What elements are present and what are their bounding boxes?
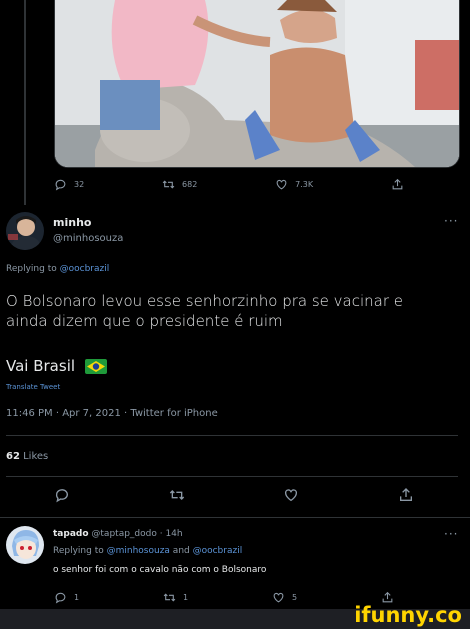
reply-icon xyxy=(55,179,66,191)
tweet-actions xyxy=(54,487,414,503)
reply-replying-to-link-1[interactable]: @minhosouza xyxy=(107,546,170,556)
likes-count: 62 xyxy=(6,451,20,462)
reply-reply-count: 1 xyxy=(74,593,80,602)
tweet-text: O Bolsonaro levou esse senhorzinho pra s… xyxy=(6,291,403,331)
reply-replying-prefix: Replying to xyxy=(53,546,107,556)
tweet-photo[interactable] xyxy=(54,0,460,168)
divider xyxy=(6,435,458,436)
reply-icon[interactable] xyxy=(54,487,70,503)
heart-icon xyxy=(276,179,287,190)
reply-more-options-icon[interactable]: ··· xyxy=(444,527,458,541)
reply-replying-to-link-2[interactable]: @oocbrazil xyxy=(193,546,243,556)
ifunny-watermark: ifunny.co xyxy=(354,603,462,627)
reply-like-count: 5 xyxy=(292,593,298,602)
reply-handle-time[interactable]: @taptap_dodo · 14h xyxy=(91,529,182,539)
reply-display-name[interactable]: tapado xyxy=(53,529,89,539)
reply-actions: 1 1 5 xyxy=(54,591,394,604)
brazil-flag-icon xyxy=(85,358,108,374)
reply-button[interactable]: 32 xyxy=(54,178,84,191)
reply-like-button[interactable]: 5 xyxy=(272,591,297,604)
share-icon[interactable] xyxy=(398,487,414,503)
divider xyxy=(6,476,458,477)
reply-count: 32 xyxy=(74,180,85,189)
tweet-text-line-2: ainda dizem que o presidente é ruim xyxy=(6,312,283,330)
reply-replying-and: and xyxy=(169,546,193,556)
like-count: 7.3K xyxy=(295,180,314,189)
prev-tweet-actions: 32 682 7.3K xyxy=(54,178,404,191)
tweet-text-line-3: Vai Brasil xyxy=(6,356,108,376)
more-options-icon[interactable]: ··· xyxy=(444,214,458,228)
reply-avatar[interactable] xyxy=(6,526,44,564)
reply-replying-to: Replying to @minhosouza and @oocbrazil xyxy=(53,546,242,556)
retweet-count: 682 xyxy=(182,180,198,189)
retweet-icon xyxy=(163,593,176,602)
reply-header: tapado @taptap_dodo · 14h xyxy=(53,529,183,539)
avatar-image xyxy=(6,212,44,250)
like-button[interactable]: 7.3K xyxy=(275,178,313,191)
tweet-timestamp[interactable]: 11:46 PM · Apr 7, 2021 · Twitter for iPh… xyxy=(6,408,218,419)
replying-prefix: Replying to xyxy=(6,264,60,274)
reply-icon xyxy=(55,592,66,604)
retweet-icon xyxy=(162,180,175,189)
thread-line xyxy=(24,0,26,205)
retweet-icon[interactable] xyxy=(169,487,185,503)
heart-icon xyxy=(273,592,284,603)
reply-text: o senhor foi com o cavalo não com o Bols… xyxy=(53,565,267,575)
photo-image xyxy=(55,0,459,167)
replying-to-link[interactable]: @oocbrazil xyxy=(60,264,110,274)
display-name[interactable]: minho xyxy=(53,216,91,229)
translate-tweet-link[interactable]: Translate Tweet xyxy=(6,383,60,391)
tweet-text-vai-brasil: Vai Brasil xyxy=(6,357,76,375)
handle[interactable]: @minhosouza xyxy=(53,233,123,244)
heart-icon[interactable] xyxy=(283,487,299,503)
likes-label: Likes xyxy=(23,451,49,462)
share-button[interactable] xyxy=(391,178,404,191)
replying-to: Replying to @oocbrazil xyxy=(6,264,109,274)
avatar[interactable] xyxy=(6,212,44,250)
share-icon xyxy=(392,178,403,190)
reply-reply-button[interactable]: 1 xyxy=(54,591,79,604)
reply-retweet-count: 1 xyxy=(183,593,189,602)
reply-retweet-button[interactable]: 1 xyxy=(163,591,188,604)
tweet-text-line-1: O Bolsonaro levou esse senhorzinho pra s… xyxy=(6,292,404,310)
retweet-button[interactable]: 682 xyxy=(162,178,197,191)
reply-avatar-image xyxy=(6,526,44,564)
divider xyxy=(0,517,470,518)
likes-summary[interactable]: 62 Likes xyxy=(6,451,48,462)
